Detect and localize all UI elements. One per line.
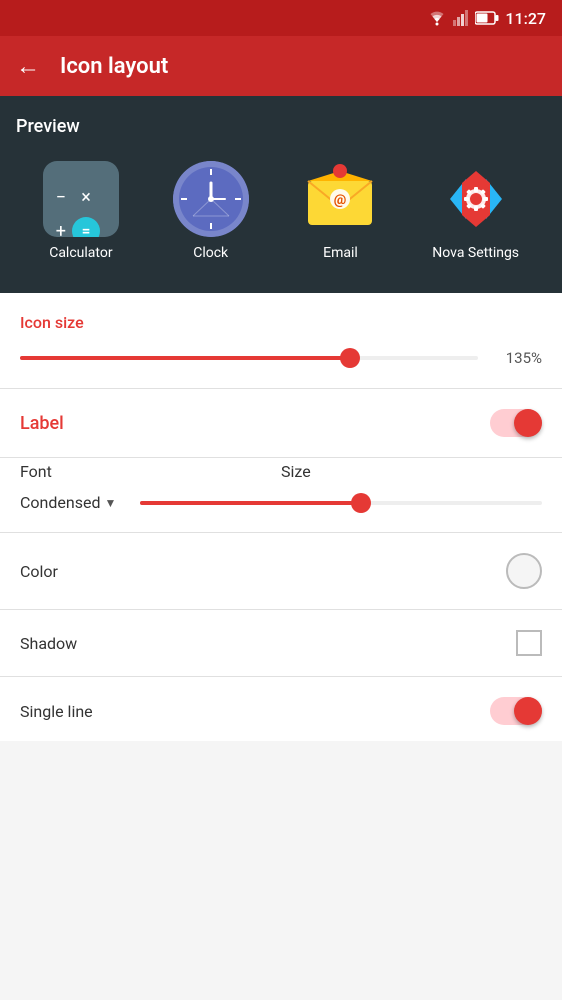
single-line-label: Single line — [20, 702, 93, 721]
preview-icon-calculator: − × + = Calculator — [43, 161, 119, 261]
size-slider-fill — [140, 501, 361, 505]
clock-icon — [173, 161, 249, 237]
shadow-label: Shadow — [20, 634, 77, 653]
preview-icon-nova: Nova Settings — [432, 161, 519, 261]
color-label: Color — [20, 562, 58, 581]
divider-5 — [0, 676, 562, 677]
calculator-icon: − × + = — [43, 161, 119, 237]
label-toggle[interactable] — [490, 409, 542, 437]
icon-size-slider-row: 135% — [20, 348, 542, 368]
preview-section: Preview − × + = Calculator — [0, 96, 562, 293]
font-dropdown[interactable]: Condensed ▼ — [20, 493, 140, 512]
size-slider-container[interactable] — [140, 501, 542, 505]
size-label: Size — [281, 462, 311, 481]
font-size-header-row: Font Size — [20, 462, 542, 481]
icon-size-section: Icon size 135% — [0, 293, 562, 384]
dropdown-arrow-icon: ▼ — [104, 496, 116, 510]
clock-label: Clock — [193, 245, 228, 261]
color-circle[interactable] — [506, 553, 542, 589]
divider-4 — [0, 609, 562, 610]
svg-text:@: @ — [334, 192, 347, 208]
font-label: Font — [20, 462, 52, 481]
slider-track — [20, 356, 478, 360]
shadow-row: Shadow — [0, 614, 562, 672]
size-slider-thumb[interactable] — [351, 493, 371, 513]
preview-label: Preview — [16, 116, 546, 137]
settings-content: Icon size 135% Label Font Size — [0, 293, 562, 741]
battery-icon — [475, 11, 499, 25]
icon-size-title: Icon size — [20, 313, 542, 332]
status-icons: 11:27 — [427, 9, 546, 28]
back-button[interactable]: ← — [16, 52, 40, 81]
divider-3 — [0, 532, 562, 533]
preview-icons: − × + = Calculator — [16, 153, 546, 269]
status-bar: 11:27 — [0, 0, 562, 36]
toolbar-title: Icon layout — [60, 54, 168, 79]
color-row: Color — [0, 537, 562, 605]
font-dropdown-row: Condensed ▼ — [20, 493, 542, 512]
email-label: Email — [323, 245, 358, 261]
divider-2 — [0, 457, 562, 458]
status-time: 11:27 — [505, 9, 546, 28]
size-col: Size — [281, 462, 542, 481]
size-slider-track — [140, 501, 542, 505]
font-section: Font Size Condensed ▼ — [0, 462, 562, 528]
single-line-row: Single line — [0, 681, 562, 741]
slider-thumb[interactable] — [340, 348, 360, 368]
signal-icon — [453, 10, 469, 26]
shadow-checkbox[interactable] — [516, 630, 542, 656]
wifi-icon — [427, 10, 447, 26]
nova-settings-icon — [438, 161, 514, 237]
preview-icon-clock: Clock — [173, 161, 249, 261]
divider-1 — [0, 388, 562, 389]
icon-size-value: 135% — [494, 349, 542, 367]
font-col: Font — [20, 462, 281, 481]
label-title: Label — [20, 413, 64, 434]
nova-settings-label: Nova Settings — [432, 245, 519, 261]
preview-icon-email: @ Email — [302, 161, 378, 261]
label-row: Label — [0, 393, 562, 453]
font-dropdown-value: Condensed — [20, 493, 100, 512]
email-icon: @ — [302, 161, 378, 237]
slider-fill — [20, 356, 350, 360]
toolbar: ← Icon layout — [0, 36, 562, 96]
icon-size-slider[interactable] — [20, 348, 478, 368]
single-line-toggle[interactable] — [490, 697, 542, 725]
calculator-label: Calculator — [49, 245, 112, 261]
single-line-toggle-thumb — [514, 697, 542, 725]
toggle-thumb — [514, 409, 542, 437]
